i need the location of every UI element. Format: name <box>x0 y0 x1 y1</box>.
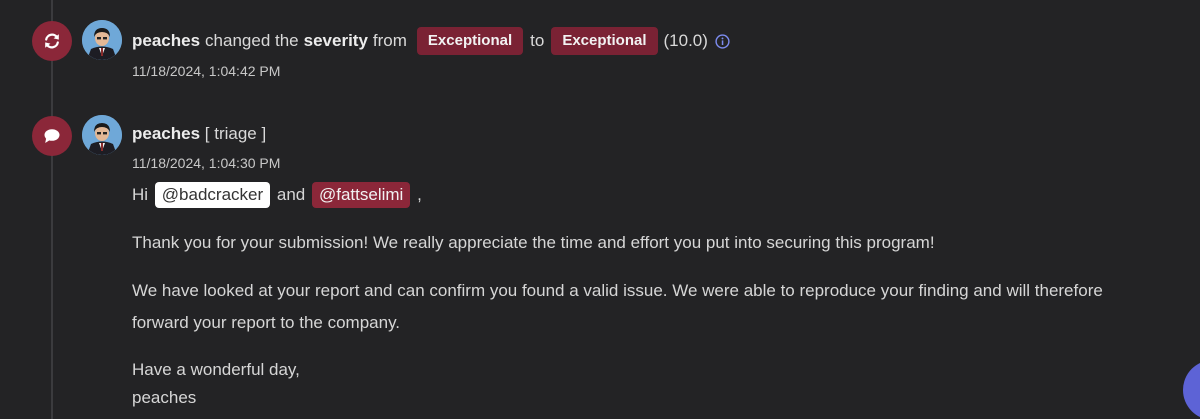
from-text: from <box>372 31 407 50</box>
connector-text: and <box>276 185 306 204</box>
to-text: to <box>530 31 545 50</box>
severity-to-badge: Exceptional <box>551 27 658 55</box>
avatar[interactable] <box>82 115 122 155</box>
info-icon[interactable] <box>715 33 730 49</box>
activity-timeline: peaches changed the severity from Except… <box>0 0 1200 419</box>
username-link[interactable]: peaches <box>132 124 200 143</box>
comment-paragraph: Thank you for your submission! We really… <box>132 233 935 252</box>
changed-text: changed the <box>205 31 299 50</box>
signoff-name: peaches <box>132 388 197 407</box>
field-name: severity <box>303 31 368 50</box>
refresh-icon <box>32 21 72 61</box>
timestamp: 11/18/2024, 1:04:30 PM <box>132 155 281 171</box>
comment-icon <box>32 116 72 156</box>
signoff-line: Have a wonderful day, <box>132 360 300 379</box>
comment-paragraph: We have looked at your report and can co… <box>132 281 1103 300</box>
mention-chip[interactable]: @fattselimi <box>312 182 411 208</box>
floating-action-button[interactable] <box>1183 360 1200 419</box>
comment-header: peaches [ triage ] <box>132 124 266 144</box>
avatar[interactable] <box>82 20 122 60</box>
severity-from-badge: Exceptional <box>416 27 524 55</box>
role-tag: [ triage ] <box>204 124 267 143</box>
greeting-line: Hi @badcracker and @fattselimi , <box>132 181 422 209</box>
comment-paragraph: forward your report to the company. <box>132 313 401 332</box>
timeline-line <box>51 0 53 419</box>
timestamp: 11/18/2024, 1:04:42 PM <box>132 63 281 79</box>
greeting-prefix: Hi <box>132 185 149 204</box>
greeting-suffix: , <box>417 185 422 204</box>
username-link[interactable]: peaches <box>132 31 200 51</box>
mention-chip[interactable]: @badcracker <box>154 182 271 208</box>
severity-score: (10.0) <box>663 31 708 50</box>
severity-change-line: peaches changed the severity from Except… <box>132 26 730 56</box>
